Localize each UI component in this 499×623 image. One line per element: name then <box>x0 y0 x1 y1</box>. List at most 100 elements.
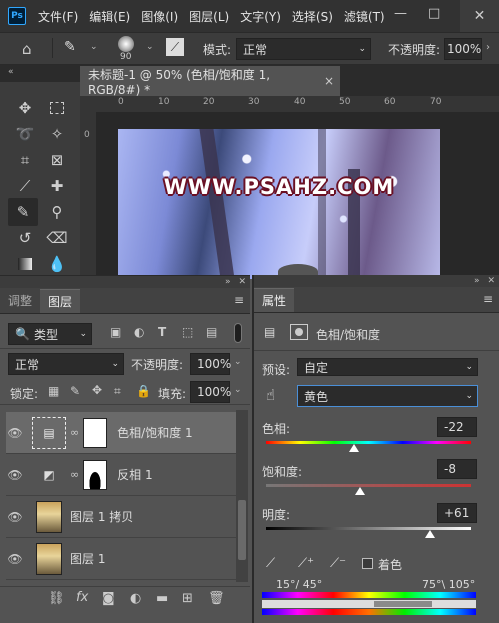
opacity-input[interactable]: 100% <box>444 38 482 60</box>
brush-tool-icon[interactable]: ✎ <box>64 39 76 55</box>
preset-select[interactable]: 自定 ⌄ <box>297 358 478 376</box>
marquee-tool-icon[interactable] <box>44 96 70 120</box>
lock-transparent-icon[interactable]: ▦ <box>48 384 59 398</box>
saturation-slider-track[interactable] <box>266 484 471 487</box>
layer-mask-thumbnail[interactable] <box>83 417 108 448</box>
lock-all-icon[interactable]: 🔒 <box>136 384 151 398</box>
menu-select[interactable]: 选择(S) <box>292 8 333 25</box>
visibility-eye-icon[interactable]: 👁 <box>6 552 24 566</box>
blend-mode-select[interactable]: 正常 ⌄ <box>8 353 124 375</box>
link-icon[interactable]: ∞ <box>70 468 79 481</box>
home-icon[interactable]: ⌂ <box>22 40 32 58</box>
shape-filter-icon[interactable]: ⬚ <box>182 325 193 339</box>
layer-filter-select[interactable]: 🔍 类型 ⌄ <box>8 323 92 345</box>
collapse-icon[interactable]: » <box>474 276 480 286</box>
chevron-down-icon[interactable]: ⌄ <box>146 42 154 52</box>
layer-row[interactable]: 👁 图层 1 拷贝 <box>6 496 236 538</box>
menu-layer[interactable]: 图层(L) <box>189 8 229 25</box>
panel-menu-icon[interactable]: ≡ <box>234 293 244 307</box>
layer-thumbnail[interactable] <box>36 500 62 533</box>
channel-select[interactable]: 黄色 ⌄ <box>297 385 478 407</box>
lasso-tool-icon[interactable]: ➰ <box>12 122 38 146</box>
chevron-right-icon[interactable]: › <box>486 42 490 53</box>
mask-icon[interactable]: ◙ <box>102 591 115 606</box>
hue-input[interactable]: -22 <box>437 417 477 437</box>
hue-saturation-icon[interactable]: ▤ <box>264 325 275 339</box>
blur-tool-icon[interactable]: 💧 <box>44 252 70 276</box>
fill-input[interactable]: 100% <box>190 381 231 403</box>
layer-row[interactable]: 👁 ◩ ∞ 反相 1 <box>6 454 236 496</box>
scrollbar-thumb[interactable] <box>238 500 246 560</box>
layer-thumbnail[interactable] <box>36 542 62 575</box>
smart-object-filter-icon[interactable]: ▤ <box>206 325 217 339</box>
stamp-tool-icon[interactable]: ⚲ <box>44 200 70 224</box>
mode-select[interactable]: 正常 ⌄ <box>236 38 371 60</box>
menu-image[interactable]: 图像(I) <box>141 8 178 25</box>
crop-tool-icon[interactable]: ⌗ <box>12 148 38 172</box>
lightness-slider-thumb[interactable] <box>425 530 435 538</box>
eyedropper-icon[interactable]: ⟋ <box>266 556 275 571</box>
chevron-down-icon[interactable]: ⌄ <box>234 357 242 367</box>
pixel-filter-icon[interactable]: ▣ <box>110 325 121 339</box>
collapse-icon[interactable]: » <box>225 277 231 287</box>
gradient-tool-icon[interactable] <box>12 252 38 276</box>
tab-layers[interactable]: 图层 <box>40 289 81 313</box>
lock-artboard-icon[interactable]: ⌗ <box>114 384 121 399</box>
brush-preset-icon[interactable] <box>118 36 134 52</box>
trash-icon[interactable]: 🗑 <box>208 591 225 606</box>
menu-file[interactable]: 文件(F) <box>38 8 78 25</box>
close-icon[interactable]: ✕ <box>487 276 495 286</box>
magic-wand-tool-icon[interactable]: ✧ <box>44 122 70 146</box>
eyedropper-subtract-icon[interactable]: ⟋⁻ <box>330 556 346 571</box>
saturation-input[interactable]: -8 <box>437 459 477 479</box>
visibility-eye-icon[interactable]: 👁 <box>6 510 24 524</box>
link-icon[interactable]: ⛓ <box>48 591 65 606</box>
close-icon[interactable]: ✕ <box>238 277 246 287</box>
layer-row[interactable]: 👁 图层 1 <box>6 538 236 580</box>
chevron-down-icon[interactable]: ⌄ <box>234 385 242 395</box>
eyedropper-tool-icon[interactable]: ⟋ <box>12 174 38 198</box>
canvas-image[interactable] <box>118 129 440 279</box>
history-brush-tool-icon[interactable]: ↺ <box>12 226 38 250</box>
lock-pixels-icon[interactable]: ✎ <box>70 384 80 398</box>
move-tool-icon[interactable]: ✥ <box>12 96 38 120</box>
lock-position-icon[interactable]: ✥ <box>92 383 102 397</box>
menu-filter[interactable]: 滤镜(T) <box>344 8 385 25</box>
menu-edit[interactable]: 编辑(E) <box>89 8 130 25</box>
group-icon[interactable]: ▬ <box>156 591 168 606</box>
filter-toggle[interactable] <box>234 323 242 343</box>
panel-collapse-bar[interactable]: » ✕ <box>254 275 499 287</box>
tab-properties[interactable]: 属性 <box>254 288 295 312</box>
range-slider[interactable] <box>262 600 476 608</box>
mask-icon[interactable] <box>290 324 308 340</box>
new-layer-icon[interactable]: ⊞ <box>182 591 193 606</box>
layer-row[interactable]: 👁 ▤ ∞ 色相/饱和度 1 <box>6 412 236 454</box>
menu-type[interactable]: 文字(Y) <box>240 8 281 25</box>
layer-mask-thumbnail[interactable] <box>83 459 108 490</box>
eraser-tool-icon[interactable]: ⌫ <box>44 226 70 250</box>
panel-menu-icon[interactable]: ≡ <box>483 292 493 306</box>
targeted-adjustment-hand-icon[interactable]: ☝ <box>266 386 275 404</box>
document-tab[interactable]: 未标题-1 @ 50% (色相/饱和度 1, RGB/8#) * × <box>80 66 340 97</box>
visibility-eye-icon[interactable]: 👁 <box>6 426 24 440</box>
layers-scrollbar[interactable] <box>236 410 248 582</box>
panel-collapse-bar[interactable]: » ✕ <box>0 276 250 288</box>
close-icon[interactable]: × <box>324 74 334 88</box>
close-window-icon[interactable]: ✕ <box>460 0 499 32</box>
colorize-checkbox[interactable] <box>362 558 373 569</box>
eyedropper-add-icon[interactable]: ⟋⁺ <box>298 556 314 571</box>
frame-tool-icon[interactable]: ⊠ <box>44 148 70 172</box>
link-icon[interactable]: ∞ <box>70 426 79 439</box>
layer-opacity-input[interactable]: 100% <box>190 353 231 375</box>
healing-brush-tool-icon[interactable]: ✚ <box>44 174 70 198</box>
tab-adjustments[interactable]: 调整 <box>0 289 40 313</box>
adjustment-icon[interactable]: ◐ <box>130 591 141 606</box>
visibility-eye-icon[interactable]: 👁 <box>6 468 24 482</box>
adjustment-filter-icon[interactable]: ◐ <box>134 325 144 339</box>
brush-tool-icon[interactable]: ✎ <box>8 198 38 226</box>
brush-panel-icon[interactable]: ⟋ <box>166 38 184 56</box>
type-filter-icon[interactable]: T <box>158 325 166 339</box>
lightness-input[interactable]: +61 <box>437 503 477 523</box>
saturation-slider-thumb[interactable] <box>355 487 366 495</box>
minimize-button[interactable]: — <box>394 6 407 21</box>
